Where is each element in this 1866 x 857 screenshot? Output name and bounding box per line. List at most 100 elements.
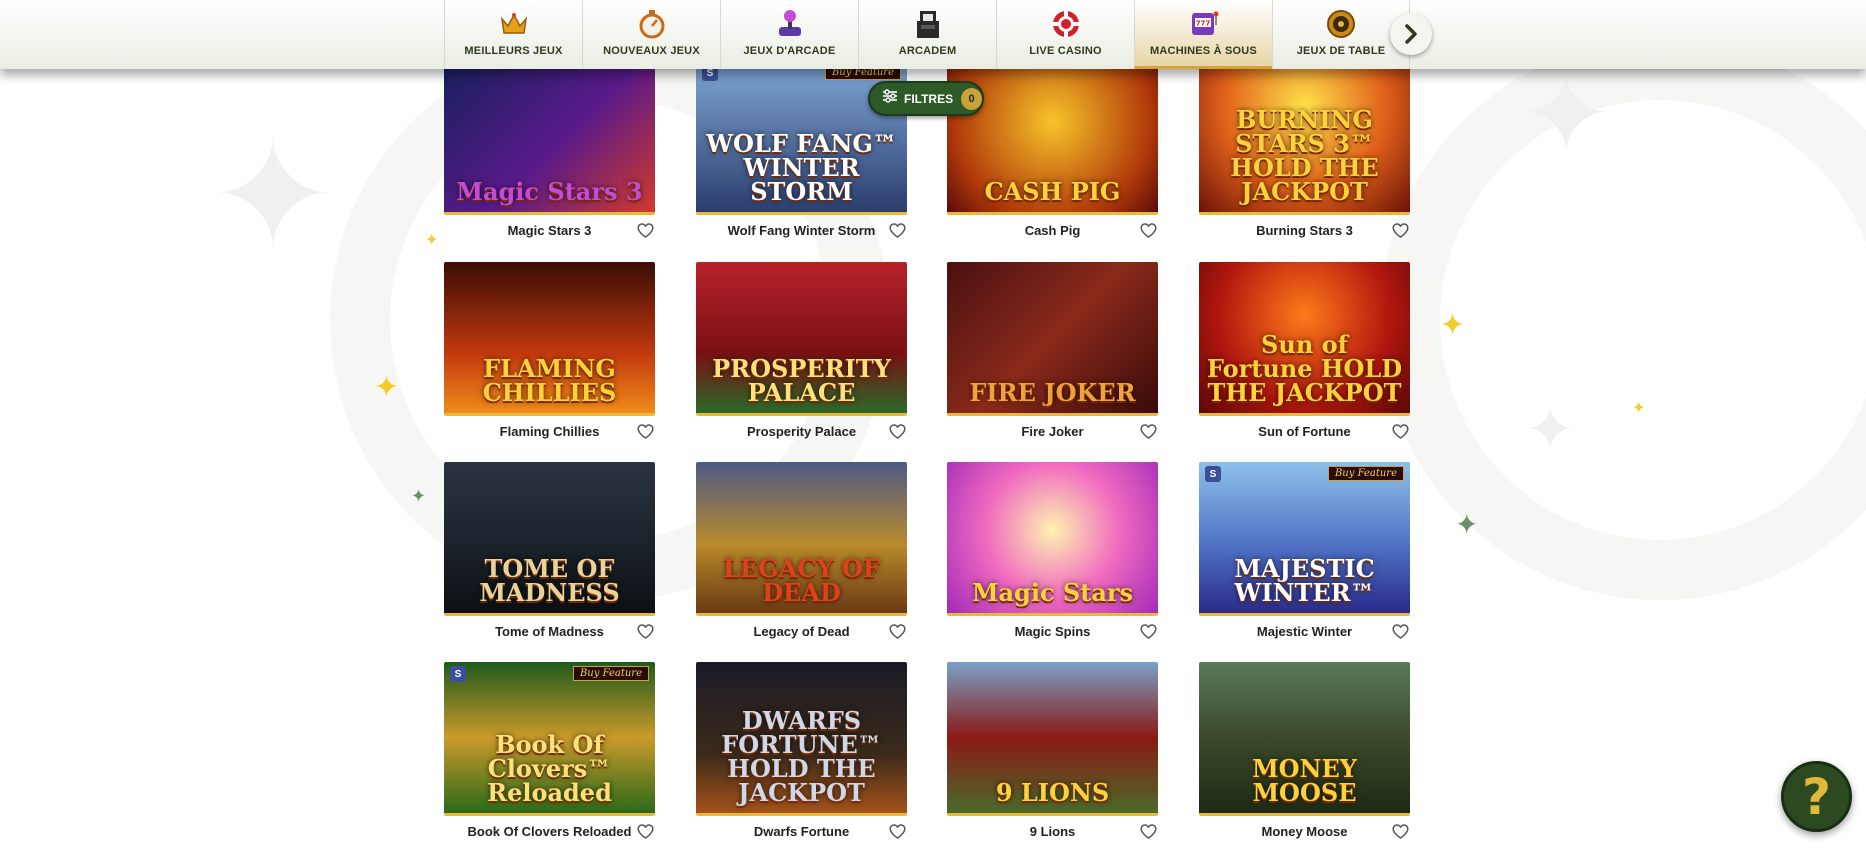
- game-logo-art: 9 LIONS: [995, 778, 1110, 807]
- game-logo-art: Book Of Clovers™ Reloaded: [487, 730, 612, 807]
- game-card: TOME OF MADNESS Tome of Madness: [444, 462, 655, 646]
- game-title[interactable]: Magic Stars 3: [508, 223, 592, 238]
- game-title[interactable]: Magic Spins: [1015, 624, 1091, 639]
- game-thumbnail[interactable]: Magic Stars 3: [444, 61, 655, 215]
- game-thumbnail[interactable]: FIRE JOKER: [947, 262, 1158, 416]
- game-title[interactable]: Flaming Chillies: [500, 424, 600, 439]
- tab-live-casino[interactable]: LIVE CASINO: [996, 0, 1134, 69]
- game-thumbnail[interactable]: TOME OF MADNESS: [444, 462, 655, 616]
- sliders-icon: [882, 89, 898, 108]
- background-arc-right: [1380, 40, 1866, 600]
- chevron-right-icon[interactable]: [1390, 13, 1432, 55]
- buy-feature-badge: Buy Feature: [572, 666, 649, 681]
- game-thumbnail[interactable]: MAJESTIC WINTER™ S Buy Feature: [1199, 462, 1410, 616]
- heart-outline-icon[interactable]: [635, 422, 655, 440]
- category-tabs: MEILLEURS JEUX NOUVEAUX JEUX JEUX D'ARCADE…: [444, 0, 1410, 69]
- game-thumbnail[interactable]: MONEY MOOSE: [1199, 662, 1410, 816]
- game-logo-art: FIRE JOKER: [969, 378, 1136, 407]
- question-icon: ?: [1801, 767, 1831, 826]
- heart-outline-icon[interactable]: [887, 822, 907, 840]
- heart-outline-icon[interactable]: [1138, 422, 1158, 440]
- heart-outline-icon[interactable]: [635, 822, 655, 840]
- help-button[interactable]: ?: [1781, 761, 1852, 832]
- game-card: FIRE JOKER Fire Joker: [947, 262, 1158, 446]
- crown-icon: [499, 9, 529, 39]
- sparkle-icon: ✦: [1525, 396, 1576, 463]
- game-title[interactable]: Prosperity Palace: [747, 424, 856, 439]
- tab-label: NOUVEAUX JEUX: [603, 45, 700, 57]
- heart-outline-icon[interactable]: [887, 622, 907, 640]
- casino-chip-icon: [1051, 9, 1081, 39]
- heart-outline-icon[interactable]: [635, 622, 655, 640]
- game-thumbnail[interactable]: LEGACY OF DEAD: [696, 462, 907, 616]
- sparkle-icon: ✦: [1632, 400, 1646, 417]
- tab-machines-sous[interactable]: 777 MACHINES À SOUS: [1134, 0, 1272, 69]
- heart-outline-icon[interactable]: [1138, 221, 1158, 239]
- game-title[interactable]: 9 Lions: [1030, 824, 1076, 839]
- game-card: Book Of Clovers™ Reloaded S Buy Feature Boo…: [444, 662, 655, 846]
- heart-outline-icon[interactable]: [1138, 622, 1158, 640]
- game-thumbnail[interactable]: Magic Stars: [947, 462, 1158, 616]
- game-title[interactable]: Fire Joker: [1021, 424, 1083, 439]
- heart-outline-icon[interactable]: [1390, 221, 1410, 239]
- game-title[interactable]: Tome of Madness: [495, 624, 604, 639]
- game-meta: Prosperity Palace: [696, 416, 907, 446]
- game-meta: Majestic Winter: [1199, 616, 1410, 646]
- provider-badge: S: [450, 666, 466, 682]
- tab-meilleurs-jeux[interactable]: MEILLEURS JEUX: [444, 0, 582, 69]
- game-title[interactable]: Legacy of Dead: [753, 624, 849, 639]
- tab-arcadem[interactable]: ARCADEM: [858, 0, 996, 69]
- game-card: LEGACY OF DEAD Legacy of Dead: [696, 462, 907, 646]
- game-meta: Wolf Fang Winter Storm: [696, 215, 907, 245]
- tab-nouveaux-jeux[interactable]: NOUVEAUX JEUX: [582, 0, 720, 69]
- game-meta: Burning Stars 3: [1199, 215, 1410, 245]
- game-thumbnail[interactable]: 9 LIONS: [947, 662, 1158, 816]
- game-thumbnail[interactable]: Sun of Fortune HOLD THE JACKPOT: [1199, 262, 1410, 416]
- game-thumbnail[interactable]: BURNING STARS 3™ HOLD THE JACKPOT: [1199, 61, 1410, 215]
- slot-machine-icon: 777: [1189, 9, 1219, 39]
- game-title[interactable]: Wolf Fang Winter Storm: [728, 223, 876, 238]
- heart-outline-icon[interactable]: [1390, 422, 1410, 440]
- game-card: Sun of Fortune HOLD THE JACKPOT Sun of Fo…: [1199, 262, 1410, 446]
- buy-feature-badge: Buy Feature: [1327, 466, 1404, 481]
- heart-outline-icon[interactable]: [1390, 622, 1410, 640]
- tab-label: JEUX D'ARCADE: [743, 45, 836, 57]
- game-logo-art: Magic Stars: [971, 578, 1134, 607]
- game-card: Magic Stars Magic Spins: [947, 462, 1158, 646]
- game-logo-art: MAJESTIC WINTER™: [1234, 554, 1375, 607]
- tab-jeux-d-arcade[interactable]: JEUX D'ARCADE: [720, 0, 858, 69]
- stopwatch-icon: [637, 9, 667, 39]
- heart-outline-icon[interactable]: [1138, 822, 1158, 840]
- game-title[interactable]: Burning Stars 3: [1256, 223, 1353, 238]
- game-title[interactable]: Dwarfs Fortune: [754, 824, 849, 839]
- game-card: PROSPERITY PALACE Prosperity Palace: [696, 262, 907, 446]
- game-thumbnail[interactable]: PROSPERITY PALACE: [696, 262, 907, 416]
- heart-outline-icon[interactable]: [1390, 822, 1410, 840]
- heart-outline-icon[interactable]: [887, 221, 907, 239]
- game-logo-art: DWARFS FORTUNE™ HOLD THE JACKPOT: [721, 706, 882, 807]
- game-meta: Legacy of Dead: [696, 616, 907, 646]
- game-thumbnail[interactable]: CASH PIG: [947, 61, 1158, 215]
- game-card: 9 LIONS 9 Lions: [947, 662, 1158, 846]
- game-meta: Cash Pig: [947, 215, 1158, 245]
- game-thumbnail[interactable]: FLAMING CHILLIES: [444, 262, 655, 416]
- game-title[interactable]: Book Of Clovers Reloaded: [468, 824, 632, 839]
- game-thumbnail[interactable]: DWARFS FORTUNE™ HOLD THE JACKPOT: [696, 662, 907, 816]
- game-title[interactable]: Money Moose: [1262, 824, 1348, 839]
- filter-count-badge: 0: [961, 87, 982, 110]
- game-card: BURNING STARS 3™ HOLD THE JACKPOT Burning…: [1199, 61, 1410, 245]
- game-meta: Fire Joker: [947, 416, 1158, 446]
- joystick-icon: [775, 9, 805, 39]
- filter-button[interactable]: FILTRES 0: [868, 81, 984, 116]
- tab-label: ARCADEM: [898, 45, 957, 57]
- game-meta: Tome of Madness: [444, 616, 655, 646]
- heart-outline-icon[interactable]: [635, 221, 655, 239]
- sparkle-icon: ✦: [1455, 509, 1479, 540]
- game-title[interactable]: Majestic Winter: [1257, 624, 1352, 639]
- arcade-machine-icon: [913, 9, 943, 39]
- heart-outline-icon[interactable]: [887, 422, 907, 440]
- game-title[interactable]: Sun of Fortune: [1258, 424, 1350, 439]
- game-card: MAJESTIC WINTER™ S Buy Feature Majestic Win…: [1199, 462, 1410, 646]
- game-thumbnail[interactable]: Book Of Clovers™ Reloaded S Buy Feature: [444, 662, 655, 816]
- game-title[interactable]: Cash Pig: [1025, 223, 1081, 238]
